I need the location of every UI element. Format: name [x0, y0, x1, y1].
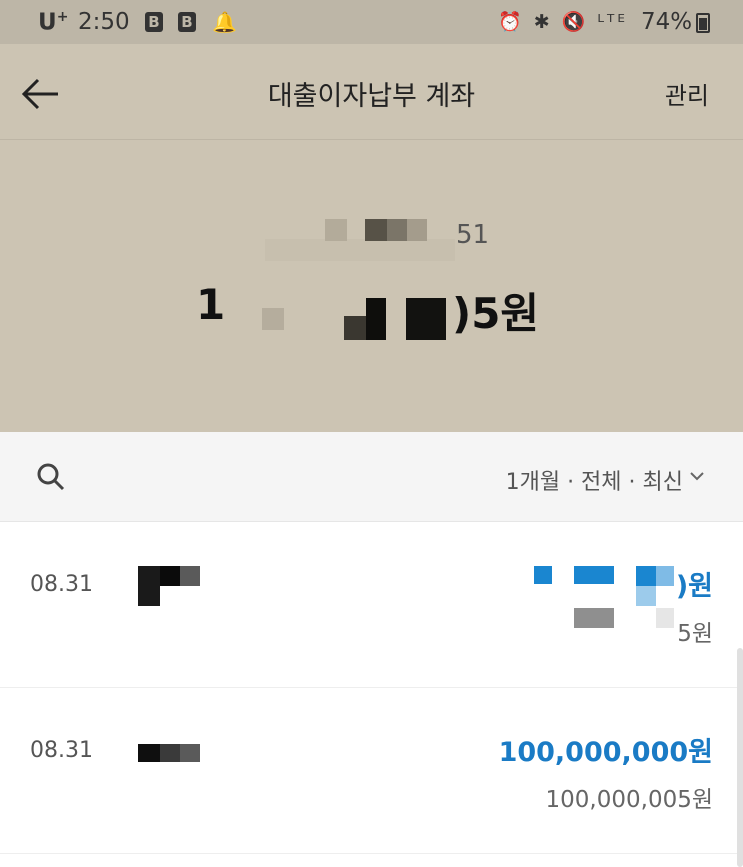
filter-dropdown[interactable]: 1개월 · 전체 · 최신 [506, 464, 683, 496]
transaction-balance: 100,000,005원 [545, 787, 713, 813]
masked-balance [262, 298, 448, 340]
search-icon-graphic [37, 463, 65, 491]
list-item[interactable]: 08.31 )원 5원 [0, 522, 743, 688]
battery-percentage: 74% [641, 9, 693, 35]
nav-bar: 대출이자납부 계좌 관리 [0, 44, 743, 140]
account-number-suffix: 51 [456, 220, 490, 250]
balance-suffix: )5원 [452, 289, 540, 338]
transaction-date: 08.31 [30, 572, 93, 597]
manage-button[interactable]: 관리 [665, 76, 709, 111]
account-header: 대출이자납부 계좌 관리 51 1 )5원 [0, 44, 743, 432]
chevron-down-icon[interactable] [689, 468, 705, 484]
status-icons: ⏰ ✱ 🔇 ᴸᵀᴱ [498, 11, 628, 33]
transaction-amount: 100,000,000원 [498, 737, 713, 768]
masked-amount [534, 566, 674, 628]
transaction-amount: )원 [675, 571, 713, 602]
clock: 2:50 [78, 9, 130, 35]
status-bar: U+ 2:50 B B 🔔 ⏰ ✱ 🔇 ᴸᵀᴱ 74% [0, 0, 743, 44]
scrollbar[interactable] [737, 648, 743, 867]
app-notification-icon: B [145, 12, 163, 32]
transaction-balance: 5원 [677, 621, 713, 647]
battery-icon [696, 13, 710, 33]
masked-description [138, 566, 200, 606]
app-notification-icon: B [178, 12, 196, 32]
balance-prefix: 1 [196, 280, 226, 329]
masked-description [138, 744, 200, 762]
carrier-label: U+ [38, 9, 69, 36]
transaction-date: 08.31 [30, 738, 93, 763]
filter-bar: 1개월 · 전체 · 최신 [0, 432, 743, 522]
search-icon[interactable] [36, 462, 66, 492]
bell-icon: 🔔 [212, 10, 237, 34]
list-item[interactable]: 08.31 100,000,000원 100,000,005원 [0, 688, 743, 854]
masked-account-number [265, 219, 455, 261]
transaction-list: 08.31 )원 5원 08.31 100,000,000원 100,000,0… [0, 522, 743, 854]
page-title: 대출이자납부 계좌 [267, 81, 476, 112]
